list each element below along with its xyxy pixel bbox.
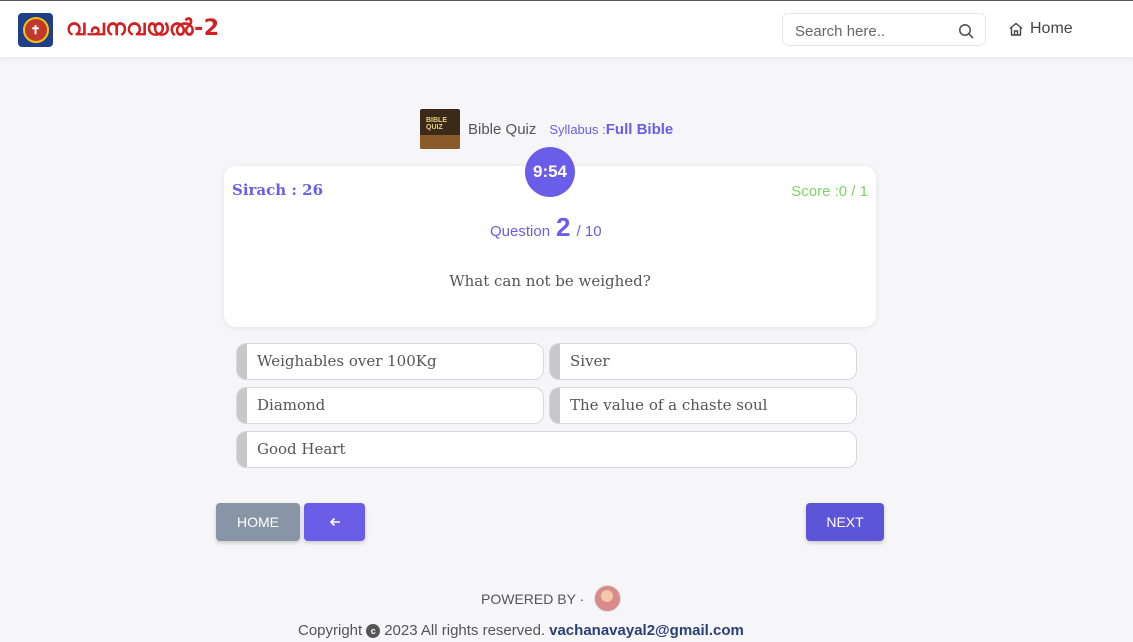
quiz-thumbnail: BIBLE QUIZ xyxy=(420,109,460,149)
copyright-text: 2023 All rights reserved. xyxy=(384,622,546,639)
question-total: / 10 xyxy=(576,223,602,240)
powered-by: POWERED BY · xyxy=(481,585,622,612)
answer-option-text: Siver xyxy=(570,352,610,370)
chapter-reference: Sirach : 26 xyxy=(232,181,324,199)
home-icon xyxy=(1009,22,1023,36)
answer-option-2[interactable]: Siver xyxy=(549,343,857,380)
option-marker xyxy=(550,388,560,423)
question-label: Question xyxy=(490,223,551,240)
search-input[interactable] xyxy=(793,20,947,42)
syllabus-label: Syllabus : xyxy=(549,121,606,137)
quiz-thumbnail-text: BIBLE QUIZ xyxy=(426,117,447,131)
answer-option-4[interactable]: The value of a chaste soul xyxy=(549,387,857,424)
nav-home-link[interactable]: Home xyxy=(1008,20,1073,38)
copyright-prefix: Copyright xyxy=(298,622,363,639)
book-icon xyxy=(420,135,460,149)
quiz-title: Bible Quiz xyxy=(468,120,537,138)
brand-title[interactable]: വചനവയൽ-2 xyxy=(66,16,220,41)
search-box[interactable] xyxy=(782,13,986,46)
search-icon[interactable] xyxy=(958,23,974,39)
option-marker xyxy=(237,388,247,423)
back-button[interactable] xyxy=(304,503,365,541)
answer-option-text: Diamond xyxy=(257,396,326,414)
syllabus-value: Full Bible xyxy=(605,120,674,138)
quiz-header: BIBLE QUIZ Bible Quiz Syllabus :Full Bib… xyxy=(420,109,673,149)
answer-option-3[interactable]: Diamond xyxy=(236,387,544,424)
home-button[interactable]: HOME xyxy=(216,503,300,541)
answer-option-1[interactable]: Weighables over 100Kg xyxy=(236,343,544,380)
nav-home-label: Home xyxy=(1030,20,1073,37)
avatar[interactable] xyxy=(594,585,622,612)
top-navbar: ✝ വചനവയൽ-2 Home xyxy=(0,0,1133,57)
countdown-timer: 9:54 xyxy=(525,147,575,197)
contact-email[interactable]: vachanavayal2@gmail.com xyxy=(549,622,744,639)
powered-by-label: POWERED BY · xyxy=(481,590,585,607)
answer-option-text: Good Heart xyxy=(257,440,346,458)
next-button[interactable]: NEXT xyxy=(806,503,884,541)
option-marker xyxy=(237,432,247,467)
question-number: 2 xyxy=(556,212,571,242)
arrow-left-icon xyxy=(329,517,340,527)
score-display: Score :0 / 1 xyxy=(791,183,868,200)
question-counter: Question 2 / 10 xyxy=(490,212,602,243)
answer-option-5[interactable]: Good Heart xyxy=(236,431,857,468)
cross-icon: ✝ xyxy=(22,17,49,43)
answer-option-text: The value of a chaste soul xyxy=(570,396,768,414)
copyright-icon: c xyxy=(366,623,381,638)
question-text: What can not be weighed? xyxy=(449,272,651,290)
option-marker xyxy=(550,344,560,379)
syllabus: Syllabus :Full Bible xyxy=(549,121,673,138)
copyright-footer: Copyright c 2023 All rights reserved. va… xyxy=(298,622,744,639)
answer-option-text: Weighables over 100Kg xyxy=(257,352,437,370)
site-logo[interactable]: ✝ xyxy=(18,13,53,47)
option-marker xyxy=(237,344,247,379)
